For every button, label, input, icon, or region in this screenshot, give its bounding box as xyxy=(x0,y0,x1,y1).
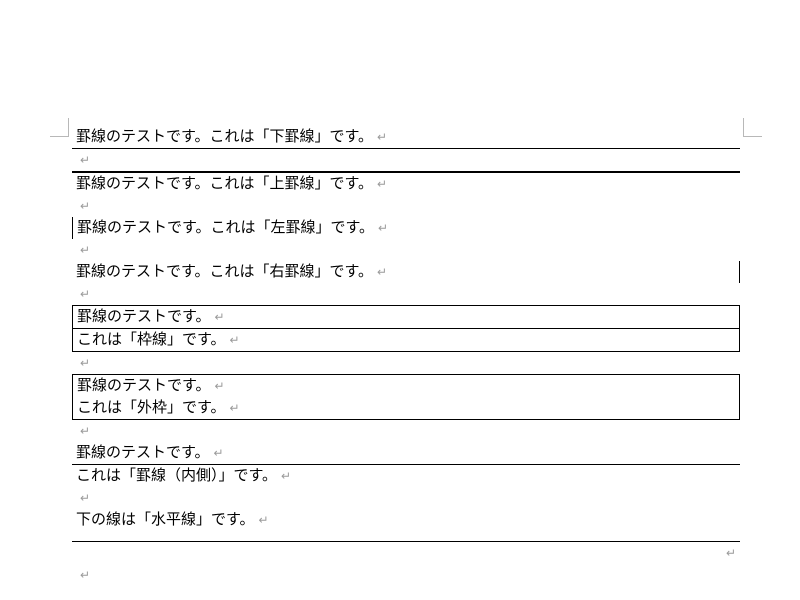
text-line: これは「外枠」です。 xyxy=(77,400,226,416)
spacer xyxy=(72,531,740,537)
paragraph-bottom-border: 罫線のテストです。これは「下罫線」です。↵ xyxy=(72,126,740,149)
crop-mark-icon xyxy=(743,118,762,137)
paragraph-outer-border: 罫線のテストです。↵ これは「外枠」です。↵ xyxy=(72,374,740,420)
paragraph-empty: ↵ xyxy=(72,195,740,217)
paragraph-empty: ↵ xyxy=(72,487,740,509)
return-icon: ↵ xyxy=(76,153,90,167)
return-icon: ↵ xyxy=(76,424,90,438)
text-line: 下の線は「水平線」です。 xyxy=(76,512,255,528)
return-icon: ↵ xyxy=(76,287,90,301)
paragraph-right-border: 罫線のテストです。これは「右罫線」です。↵ xyxy=(72,261,740,283)
paragraph-row: 罫線のテストです。↵ xyxy=(73,306,739,328)
return-icon: ↵ xyxy=(374,221,388,235)
paragraph-empty: ↵ xyxy=(72,420,740,442)
return-icon: ↵ xyxy=(373,130,387,144)
paragraph-left-border: 罫線のテストです。これは「左罫線」です。↵ xyxy=(72,217,740,239)
paragraph-row: これは「枠線」です。↵ xyxy=(73,328,739,351)
paragraph-row: 罫線のテストです。↵ xyxy=(73,375,739,397)
return-icon: ↵ xyxy=(76,356,90,370)
text-line: 罫線のテストです。これは「左罫線」です。 xyxy=(77,220,374,236)
return-icon: ↵ xyxy=(226,401,240,415)
paragraph-empty: ↵ xyxy=(72,352,740,374)
paragraph-hr-label: 下の線は「水平線」です。↵ xyxy=(72,509,740,531)
paragraph-top-border: 罫線のテストです。これは「上罫線」です。↵ xyxy=(72,172,740,195)
paragraph-inside-border: 罫線のテストです。↵ これは「罫線（内側）」です。↵ xyxy=(72,442,740,487)
text-line: 罫線のテストです。これは「右罫線」です。 xyxy=(76,264,373,280)
text-line: 罫線のテストです。 xyxy=(77,378,211,394)
paragraph-row: これは「罫線（内側）」です。↵ xyxy=(72,465,740,487)
return-icon: ↵ xyxy=(722,546,736,560)
paragraph-row: これは「外枠」です。↵ xyxy=(73,397,739,419)
text-line: これは「枠線」です。 xyxy=(77,332,226,348)
crop-mark-icon xyxy=(50,118,69,137)
return-icon: ↵ xyxy=(76,491,90,505)
paragraph-empty: ↵ xyxy=(72,564,740,586)
text-line: これは「罫線（内側）」です。 xyxy=(76,468,277,484)
paragraph-empty: ↵ xyxy=(72,283,740,305)
text-line: 罫線のテストです。 xyxy=(77,309,211,325)
paragraph-box-border: 罫線のテストです。↵ これは「枠線」です。↵ xyxy=(72,305,740,352)
paragraph-bottom-border-empty: ↵ xyxy=(72,149,740,172)
return-icon: ↵ xyxy=(211,379,225,393)
paragraph-empty: ↵ xyxy=(72,542,740,564)
document-page: 罫線のテストです。これは「下罫線」です。↵ ↵ 罫線のテストです。これは「上罫線… xyxy=(0,0,800,600)
text-line: 罫線のテストです。これは「下罫線」です。 xyxy=(76,129,373,145)
return-icon: ↵ xyxy=(76,199,90,213)
text-line: 罫線のテストです。 xyxy=(76,445,210,461)
return-icon: ↵ xyxy=(255,513,269,527)
return-icon: ↵ xyxy=(76,243,90,257)
return-icon: ↵ xyxy=(226,333,240,347)
return-icon: ↵ xyxy=(211,310,225,324)
paragraph-empty: ↵ xyxy=(72,239,740,261)
return-icon: ↵ xyxy=(373,265,387,279)
paragraph-row: 罫線のテストです。↵ xyxy=(72,442,740,465)
return-icon: ↵ xyxy=(373,177,387,191)
return-icon: ↵ xyxy=(76,568,90,582)
text-line: 罫線のテストです。これは「上罫線」です。 xyxy=(76,176,373,192)
return-icon: ↵ xyxy=(210,446,224,460)
return-icon: ↵ xyxy=(277,469,291,483)
